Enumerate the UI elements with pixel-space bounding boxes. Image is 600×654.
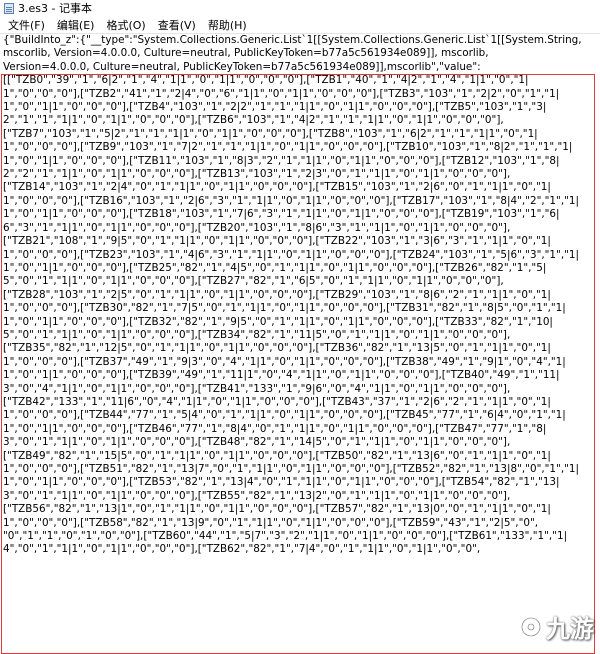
text-line: ["TZB56","82","1","13|1","0","1","1|1","… xyxy=(3,503,551,516)
menu-format[interactable]: 格式(O) xyxy=(100,17,151,33)
menu-view[interactable]: 查看(V) xyxy=(152,17,202,33)
text-line: 2","2","1","1|1","0","1|1","0","0","0"],… xyxy=(3,168,511,181)
text-line: 1","0","0","0"],["TZB44","77","1","5|4",… xyxy=(3,409,566,422)
text-line: ["TZB42","133","1","11|6","0","4","1|1",… xyxy=(3,395,551,408)
text-line: 1","0","1|1","0","0","0"],["TZB46","77",… xyxy=(3,422,547,435)
text-line: 1","0","0","0"],["TZB9","103","1","7|2",… xyxy=(3,141,573,154)
jiuyou-logo-icon xyxy=(520,616,542,637)
watermark-logo: 九游 xyxy=(520,609,594,644)
text-line: 1","0","1|1","0","0","0"],["TZB32","82",… xyxy=(3,315,553,328)
watermark-text: 九游 xyxy=(546,614,594,643)
text-line: 3","0","1","1|1","0","1|1","0","0","0"],… xyxy=(3,436,511,449)
text-line: 1","0","1|1","0","0","0"],["TZB18","103"… xyxy=(3,208,560,221)
text-line: {"BuildInto_z":{"__type":"System.Collect… xyxy=(3,34,582,46)
window-title: 3.es3 - 记事本 xyxy=(18,2,92,15)
text-line: 1","0","1|1","0","0","0"],["TZB25","82",… xyxy=(3,261,547,274)
text-editor-area[interactable]: {"BuildInto_z":{"__type":"System.Collect… xyxy=(0,34,600,650)
text-line: 1","0","0","0"],["TZB58","82","1","13|9"… xyxy=(3,516,539,529)
text-line: 3","0","1","1|1","0","1|1","0","0","0"],… xyxy=(3,489,511,502)
text-line: mscorlib, Version=4.0.0.0, Culture=neutr… xyxy=(3,47,489,60)
text-line: ["TZB14","103","1","2|4","0","1","1|1","… xyxy=(3,181,551,194)
text-line: 1","0","1|1","0","0","0"],["TZB39","49",… xyxy=(3,369,560,382)
text-line: 1","0","0","0"],["TZB51","82","1","13|7"… xyxy=(3,463,580,475)
text-line: 2","1","1","1|1","0","1|1","0","0","0"],… xyxy=(3,114,504,127)
text-line: 5","0","1","1|1","0","1|1","0","0","0"],… xyxy=(3,275,504,288)
menu-help[interactable]: 帮助(H) xyxy=(202,17,253,33)
text-line: 1","0","0","0"],["TZB16","103","1","2|6"… xyxy=(3,194,580,207)
text-line: 6","3","1","1|1","0","1|1","0","0","0"],… xyxy=(3,221,511,234)
menu-edit[interactable]: 编辑(E) xyxy=(51,17,101,33)
text-line: 1","0","0","0"],["TZB37","49","1","9|3",… xyxy=(3,355,566,368)
text-line: 4","0","1","1|1","0","1|1","0","0","0"],… xyxy=(3,543,481,556)
text-line: 1","0","0","0"],["TZB23","103","1","4|6"… xyxy=(3,248,580,261)
text-line: ["TZB28","103","1","2|5","0","1","1|1","… xyxy=(3,288,551,301)
text-line: [["TZB0","39","1","6|2","1","4","1|1","0… xyxy=(3,74,529,87)
text-line: "0","1","1","0","1","0","0"],["TZB60","4… xyxy=(3,530,568,543)
text-line: ["TZB49","82","1","15|5","0","1","1|1","… xyxy=(3,449,551,462)
menu-file[interactable]: 文件(F) xyxy=(2,17,51,33)
notepad-icon xyxy=(4,2,14,14)
text-line: 1","0","1|1","0","0","0"],["TZB11","103"… xyxy=(3,154,560,167)
text-line: 1","0","1|1","0","0","0"],["TZB53","82",… xyxy=(3,476,560,489)
text-line: 1","0","1|1","0","0","0"],["TZB4","103",… xyxy=(3,101,547,114)
text-line: ["TZB21","108","1","9|5","0","1","1|1","… xyxy=(3,235,551,248)
text-line: 5","0","1","1|1","0","1|1","0","0","0"],… xyxy=(3,328,511,341)
text-line: Version=4.0.0.0, Culture=neutral, Public… xyxy=(3,60,481,73)
text-line: 3","0","4","1|1","0","1|1","0","0","0"],… xyxy=(3,382,511,395)
menu-bar: 文件(F) 编辑(E) 格式(O) 查看(V) 帮助(H) xyxy=(0,16,600,34)
text-line: 1","0","0","0"],["TZB30","82","1","7|5",… xyxy=(3,302,566,315)
text-line: ["TZB7","103","1","5|2","1","1","1|1","0… xyxy=(3,127,538,140)
text-line: ["TZB35","82","1","12|5","0","1","1|1","… xyxy=(3,342,551,355)
title-bar: 3.es3 - 记事本 xyxy=(0,0,600,16)
text-line: 1","0","0","0"],["TZB2","41","1","2|4","… xyxy=(3,87,560,100)
